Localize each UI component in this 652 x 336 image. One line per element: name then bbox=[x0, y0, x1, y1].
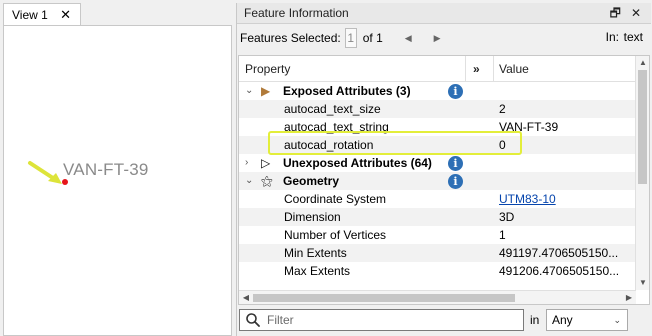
table-row[interactable]: Number of Vertices 1 bbox=[239, 226, 636, 244]
property-name: Min Extents bbox=[284, 246, 347, 260]
selection-toolbar: Features Selected: 1 of 1 ◀ ▶ In: text bbox=[237, 25, 651, 51]
feature-type-value: text bbox=[623, 30, 643, 44]
table-row[interactable]: › ▷ i Unexposed Attributes (64) bbox=[239, 154, 636, 172]
filter-input[interactable] bbox=[267, 313, 507, 327]
float-window-icon[interactable]: 🗗 bbox=[610, 3, 621, 24]
property-name: Geometry bbox=[283, 174, 340, 188]
table-row[interactable]: autocad_text_size 2 bbox=[239, 100, 636, 118]
collapse-icon[interactable]: ⌄ bbox=[245, 172, 253, 190]
table-row[interactable]: ⌄ ▶ i Exposed Attributes (3) bbox=[239, 82, 636, 100]
previous-feature-icon[interactable]: ◀ bbox=[405, 33, 412, 44]
filter-scope-value: Any bbox=[552, 313, 573, 327]
table-row[interactable]: autocad_rotation 0 bbox=[239, 136, 636, 154]
chevron-down-icon: ⌄ bbox=[613, 315, 621, 325]
property-value: 491206.4706505150... bbox=[499, 264, 620, 278]
horizontal-scrollbar[interactable]: ◀ ▶ bbox=[239, 290, 636, 304]
panel-title-text: Feature Information bbox=[244, 6, 349, 20]
scroll-right-icon[interactable]: ▶ bbox=[622, 291, 636, 304]
property-value-link[interactable]: UTM83-10 bbox=[499, 190, 556, 208]
info-icon[interactable]: i bbox=[448, 84, 463, 99]
close-icon[interactable]: ✕ bbox=[631, 3, 641, 24]
table-row[interactable]: Dimension 3D bbox=[239, 208, 636, 226]
scroll-down-icon[interactable]: ▼ bbox=[636, 276, 649, 290]
property-value: VAN-FT-39 bbox=[499, 120, 559, 134]
info-icon[interactable]: i bbox=[448, 156, 463, 171]
column-header-value[interactable]: Value bbox=[493, 56, 529, 82]
expand-icon[interactable]: › bbox=[245, 154, 248, 172]
property-name: Coordinate System bbox=[284, 192, 387, 206]
of-count-label: of 1 bbox=[362, 31, 383, 45]
property-name: Unexposed Attributes (64) bbox=[283, 156, 432, 170]
table-body: ⌄ ▶ i Exposed Attributes (3) autocad_text_si… bbox=[239, 82, 636, 280]
search-icon bbox=[246, 313, 260, 327]
property-value: 1 bbox=[499, 228, 506, 242]
property-value: 491197.4706505150... bbox=[499, 246, 619, 260]
property-name: Exposed Attributes (3) bbox=[283, 84, 411, 98]
property-name: autocad_rotation bbox=[284, 138, 374, 152]
tab-label: View 1 bbox=[12, 8, 48, 22]
column-header-property[interactable]: Property bbox=[239, 56, 290, 82]
info-icon[interactable]: i bbox=[448, 174, 463, 189]
unexposed-attrs-icon: ▷ bbox=[261, 156, 271, 170]
exposed-attrs-icon: ▶ bbox=[261, 84, 271, 98]
property-name: Number of Vertices bbox=[284, 228, 387, 242]
table-row[interactable]: Max Extents 491206.4706505150... bbox=[239, 262, 636, 280]
feature-point-marker[interactable] bbox=[62, 179, 68, 185]
in-label: In: bbox=[605, 30, 619, 44]
feature-information-panel: Feature Information 🗗 ✕ Features Selecte… bbox=[236, 3, 651, 336]
vertical-scrollbar[interactable]: ▲ ▼ bbox=[635, 56, 649, 290]
selected-index-field[interactable]: 1 bbox=[344, 28, 357, 48]
property-name: Dimension bbox=[284, 210, 341, 224]
property-value: 0 bbox=[499, 138, 506, 152]
filter-in-label: in bbox=[530, 313, 540, 327]
table-header: Property » Value bbox=[239, 56, 636, 82]
view-tabbar: View 1 ✕ bbox=[0, 0, 232, 26]
property-value: 2 bbox=[499, 102, 506, 116]
column-divider bbox=[465, 56, 466, 82]
scroll-up-icon[interactable]: ▲ bbox=[636, 56, 649, 70]
filter-scope-select[interactable]: Any ⌄ bbox=[546, 309, 628, 331]
scroll-left-icon[interactable]: ◀ bbox=[239, 291, 253, 304]
close-icon[interactable]: ✕ bbox=[60, 7, 71, 23]
map-view-canvas[interactable]: VAN-FT-39 bbox=[3, 25, 232, 336]
features-selected-label: Features Selected: bbox=[240, 31, 341, 45]
property-value: 3D bbox=[499, 210, 515, 224]
next-feature-icon[interactable]: ▶ bbox=[434, 33, 441, 44]
table-row[interactable]: Min Extents 491197.4706505150... bbox=[239, 244, 636, 262]
table-row[interactable]: ⌄ ⚝ i Geometry bbox=[239, 172, 636, 190]
tab-view-1[interactable]: View 1 ✕ bbox=[3, 3, 81, 26]
geometry-icon: ⚝ bbox=[261, 174, 273, 188]
scroll-thumb[interactable] bbox=[638, 70, 647, 184]
filter-bar: in Any ⌄ bbox=[237, 309, 651, 333]
table-row[interactable]: autocad_text_string VAN-FT-39 bbox=[239, 118, 636, 136]
attribute-table: Property » Value ⌄ ▶ i Exposed Attributes (… bbox=[238, 55, 650, 305]
table-row[interactable]: Coordinate System UTM83-10 bbox=[239, 190, 636, 208]
arrow-icon bbox=[28, 161, 62, 184]
property-name: autocad_text_string bbox=[284, 120, 389, 134]
collapse-icon[interactable]: ⌄ bbox=[245, 82, 253, 100]
scroll-thumb[interactable] bbox=[253, 294, 515, 302]
property-name: Max Extents bbox=[284, 264, 351, 278]
filter-field[interactable] bbox=[239, 309, 524, 331]
property-name: autocad_text_size bbox=[284, 102, 381, 116]
feature-text-label: VAN-FT-39 bbox=[63, 160, 149, 179]
expand-columns-icon[interactable]: » bbox=[467, 56, 480, 82]
panel-title: Feature Information 🗗 ✕ bbox=[237, 3, 651, 24]
